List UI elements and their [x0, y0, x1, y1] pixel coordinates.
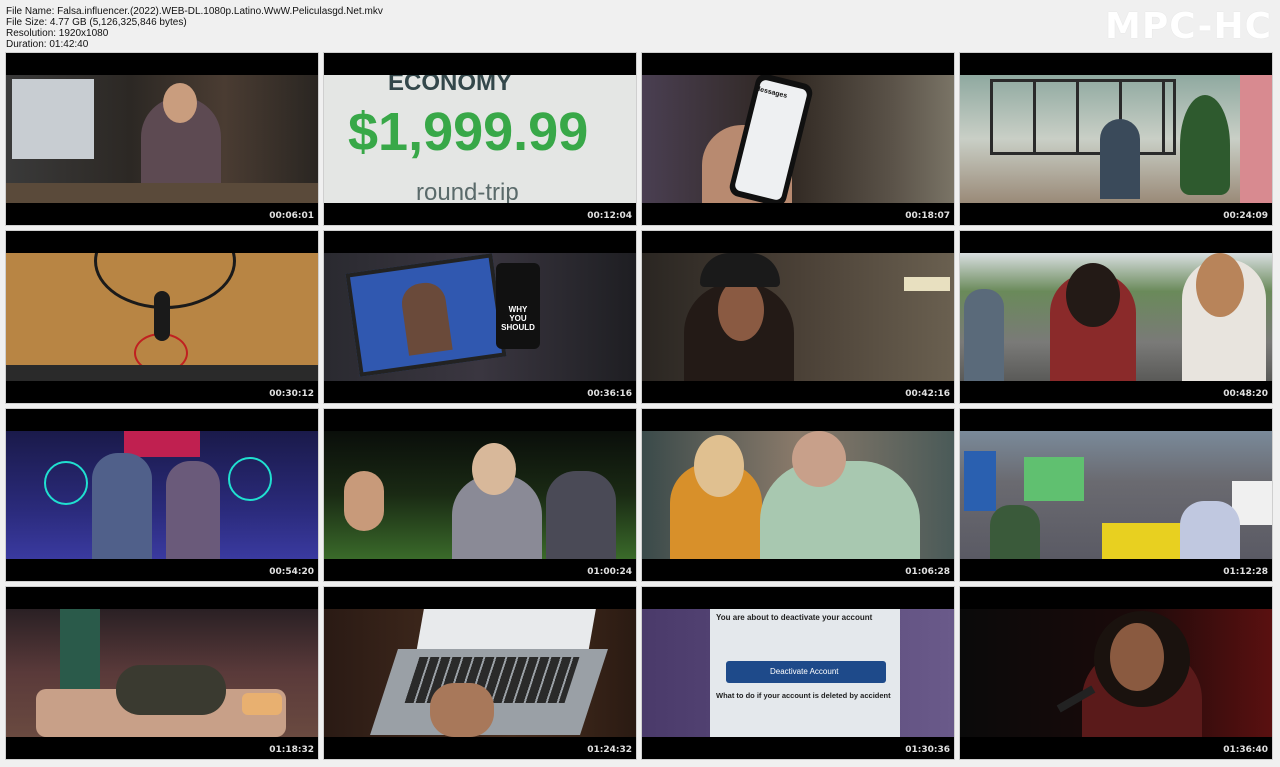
thumbnail: 00:06:01: [6, 53, 318, 225]
economy-text: ECONOMY: [388, 75, 513, 96]
laptop-screen: [416, 609, 596, 653]
timestamp: 01:30:36: [905, 745, 950, 755]
duration: Duration: 01:42:40: [6, 39, 89, 50]
sign-yellow: [1102, 523, 1182, 559]
face: [1110, 623, 1164, 691]
video-frame: [6, 75, 318, 203]
file-size: File Size: 4.77 GB (5,126,325,846 bytes): [6, 17, 187, 28]
file-name: File Name: Falsa.influencer.(2022).WEB-D…: [6, 6, 383, 17]
person: [1180, 501, 1240, 559]
timestamp: 00:24:09: [1223, 211, 1268, 221]
thumbnail: 01:18:32: [6, 587, 318, 759]
video-frame: [960, 609, 1272, 737]
timestamp: 01:00:24: [587, 567, 632, 577]
timestamp: 00:48:20: [1223, 389, 1268, 399]
sign-blue: [964, 451, 996, 511]
desk: [6, 183, 318, 203]
person-left: [964, 289, 1004, 381]
video-frame: [642, 431, 954, 559]
neon-ring-left: [44, 461, 88, 505]
phone-text: WHY YOU SHOULD: [501, 305, 535, 332]
player: [154, 291, 170, 341]
person: [166, 461, 220, 559]
thumbnail: 00:48:20: [960, 231, 1272, 403]
video-frame: [324, 609, 636, 737]
timestamp: 01:24:32: [587, 745, 632, 755]
thumbnail: 00:30:12: [6, 231, 318, 403]
hand: [344, 471, 384, 531]
video-frame: [6, 431, 318, 559]
person-head: [163, 83, 197, 123]
timestamp: 00:54:20: [269, 567, 314, 577]
video-frame: [960, 75, 1272, 203]
timestamp: 01:06:28: [905, 567, 950, 577]
monitor: [12, 79, 94, 159]
timestamp: 01:18:32: [269, 745, 314, 755]
person: [1100, 119, 1140, 199]
video-frame: [6, 609, 318, 737]
deactivate-heading: You are about to deactivate your account: [716, 613, 873, 622]
thumbnail: 01:24:32: [324, 587, 636, 759]
help-heading: What to do if your account is deleted by…: [716, 691, 891, 700]
thumbnail-grid: 00:06:01 ECONOMY $1,999.99 round-trip 00…: [6, 53, 1272, 759]
window-frame: [990, 79, 1176, 155]
thumbnail: 01:36:40: [960, 587, 1272, 759]
timestamp: 00:12:04: [587, 211, 632, 221]
person-left-head: [694, 435, 744, 497]
thumbnail: You are about to deactivate your account…: [642, 587, 954, 759]
hand: [430, 683, 494, 737]
pillow: [242, 693, 282, 715]
video-frame: [960, 431, 1272, 559]
price-text: $1,999.99: [348, 102, 589, 162]
thumbnail: 00:54:20: [6, 409, 318, 581]
red-light: [124, 431, 200, 457]
video-frame: [6, 253, 318, 381]
timestamp: 00:36:16: [587, 389, 632, 399]
keys: [404, 657, 580, 703]
court-edge: [6, 365, 318, 381]
thumbnail: WHY YOU SHOULD 00:36:16: [324, 231, 636, 403]
file-info: File Name: Falsa.influencer.(2022).WEB-D…: [6, 6, 383, 50]
resolution: Resolution: 1920x1080: [6, 28, 109, 39]
timestamp: 00:18:07: [905, 211, 950, 221]
video-frame: WHY YOU SHOULD: [324, 253, 636, 381]
video-frame: ECONOMY $1,999.99 round-trip: [324, 75, 636, 203]
video-frame: Messages: [642, 75, 954, 203]
helmet: [700, 253, 780, 287]
thumbnail: ECONOMY $1,999.99 round-trip 00:12:04: [324, 53, 636, 225]
thumbnail: 01:12:28: [960, 409, 1272, 581]
thumbnail: 01:00:24: [324, 409, 636, 581]
plant: [1180, 95, 1230, 195]
timestamp: 00:30:12: [269, 389, 314, 399]
thumbnail: 01:06:28: [642, 409, 954, 581]
deactivate-button-label: Deactivate Account: [770, 667, 839, 676]
mpc-hc-logo: MPC-HC: [1105, 6, 1272, 47]
person-center-head: [1066, 263, 1120, 327]
thumbnail: Messages 00:18:07: [642, 53, 954, 225]
video-frame: [642, 253, 954, 381]
neon-ring-right: [228, 457, 272, 501]
person: [92, 453, 152, 559]
thumbnail: 00:24:09: [960, 53, 1272, 225]
person: [116, 665, 226, 715]
timestamp: 01:12:28: [1223, 567, 1268, 577]
person-right-head: [792, 431, 846, 487]
face: [718, 279, 764, 341]
wall: [1240, 75, 1272, 203]
round-trip-text: round-trip: [416, 179, 519, 203]
sign-green: [1024, 457, 1084, 501]
timestamp: 00:06:01: [269, 211, 314, 221]
light: [904, 277, 950, 291]
person-center-head: [472, 443, 516, 495]
thumbnail: 00:42:16: [642, 231, 954, 403]
timestamp: 00:42:16: [905, 389, 950, 399]
video-frame: [324, 431, 636, 559]
timestamp: 01:36:40: [1223, 745, 1268, 755]
video-frame: [960, 253, 1272, 381]
video-frame: You are about to deactivate your account…: [642, 609, 954, 737]
person-right-head: [1196, 253, 1244, 317]
person: [990, 505, 1040, 559]
person-right: [546, 471, 616, 559]
